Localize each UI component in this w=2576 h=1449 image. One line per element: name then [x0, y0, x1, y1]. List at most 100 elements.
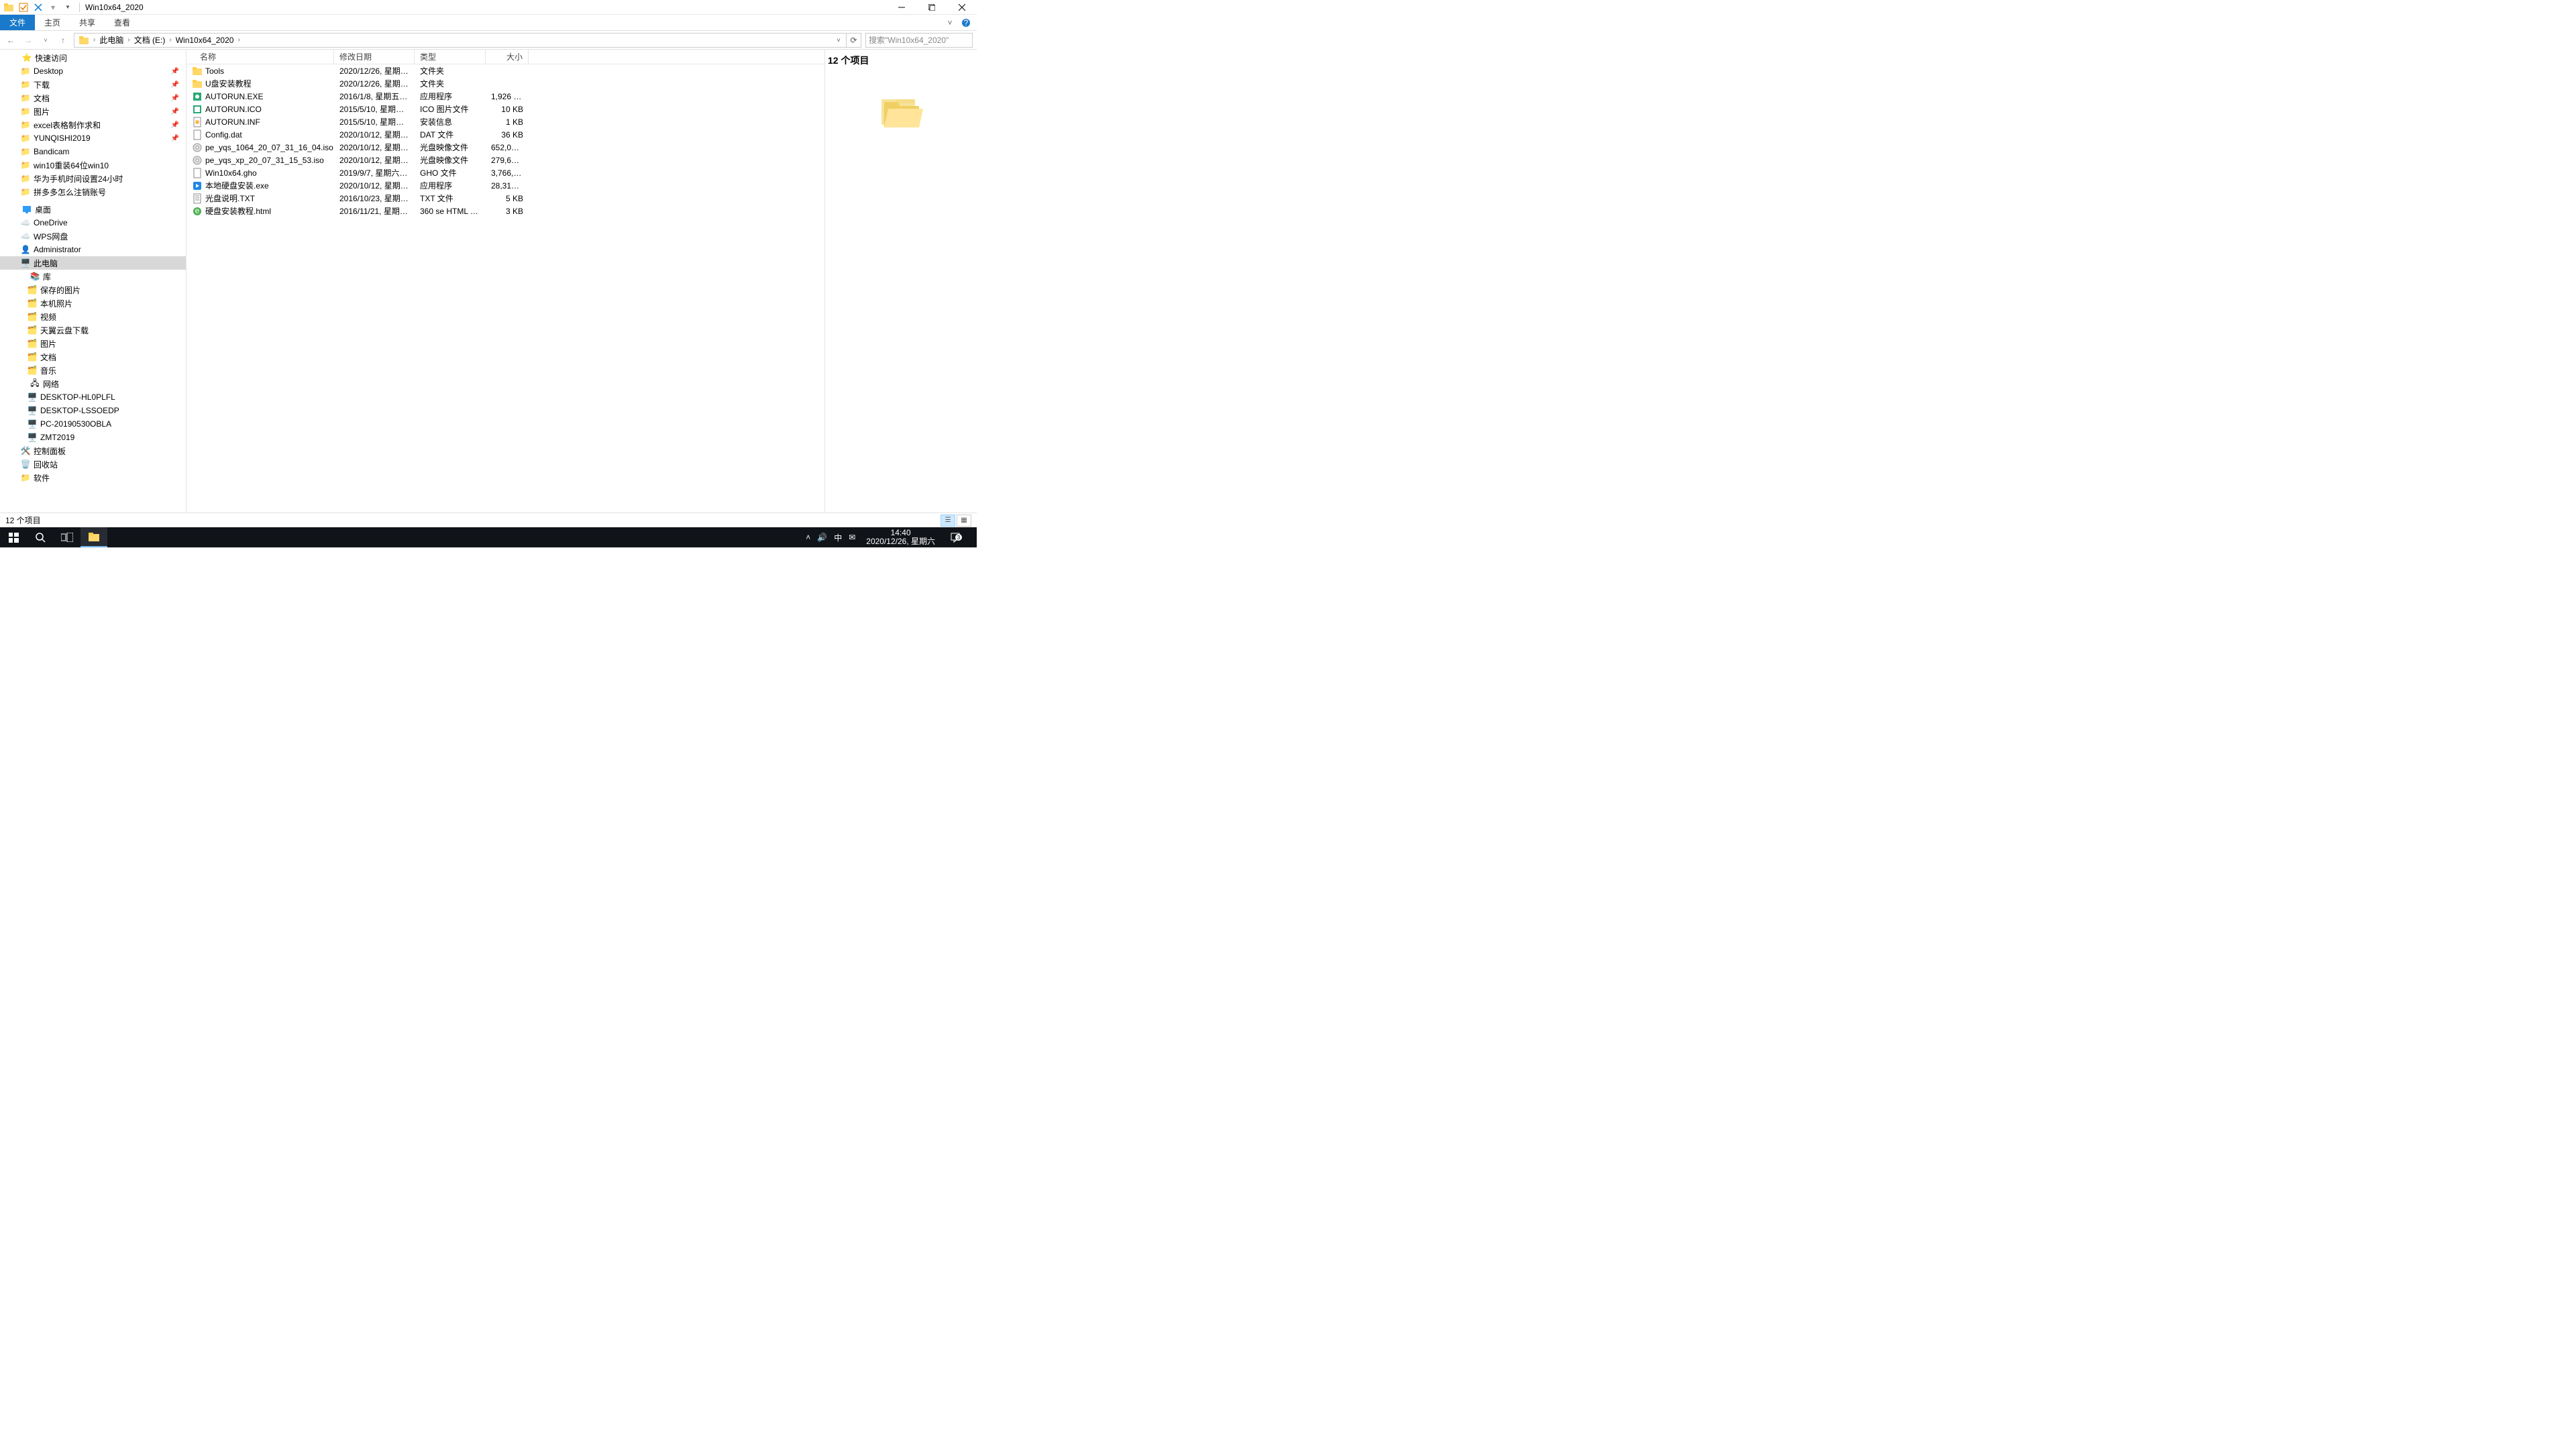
properties-icon[interactable]: [17, 1, 30, 13]
recent-dropdown-icon[interactable]: ˅: [39, 34, 52, 47]
sidebar-item[interactable]: 🖥️DESKTOP-LSSOEDP: [0, 404, 186, 417]
file-row[interactable]: Config.dat2020/10/12, 星期一 1...DAT 文件36 K…: [186, 128, 824, 141]
file-rows[interactable]: Tools2020/12/26, 星期六 1...文件夹U盘安装教程2020/1…: [186, 64, 824, 513]
minimize-button[interactable]: [886, 0, 916, 15]
crumb-folder[interactable]: Win10x64_2020: [173, 34, 237, 47]
maximize-button[interactable]: [916, 0, 947, 15]
sidebar-item[interactable]: 📁YUNQISHI2019📌: [0, 131, 186, 145]
start-button[interactable]: [0, 527, 27, 547]
sidebar-item[interactable]: 🗂️本机照片: [0, 297, 186, 310]
sidebar-item[interactable]: 📁华为手机时间设置24小时: [0, 172, 186, 185]
file-row[interactable]: 本地硬盘安装.exe2020/10/12, 星期一 1...应用程序28,315…: [186, 179, 824, 192]
crumb-this-pc[interactable]: 此电脑: [97, 34, 126, 47]
file-row[interactable]: AUTORUN.INF2015/5/10, 星期日 02...安装信息1 KB: [186, 115, 824, 128]
file-row[interactable]: e硬盘安装教程.html2016/11/21, 星期一 2...360 se H…: [186, 205, 824, 217]
sidebar-item[interactable]: 🖥️PC-20190530OBLA: [0, 417, 186, 431]
file-row[interactable]: 光盘说明.TXT2016/10/23, 星期日 0...TXT 文件5 KB: [186, 192, 824, 205]
column-name[interactable]: 名称: [186, 50, 334, 64]
chevron-right-icon[interactable]: ›: [236, 36, 241, 44]
icons-view-button[interactable]: ▦: [957, 515, 971, 527]
library-item-icon: 🗂️: [27, 365, 38, 376]
file-row[interactable]: Tools2020/12/26, 星期六 1...文件夹: [186, 64, 824, 77]
folder-icon[interactable]: [76, 34, 92, 47]
sidebar-item-control-panel[interactable]: 🛠️控制面板: [0, 444, 186, 458]
tab-file[interactable]: 文件: [0, 15, 35, 30]
navigation-pane[interactable]: ⭐ 快速访问 📁Desktop📌📁下载📌📁文档📌📁图片📌📁excel表格制作求和…: [0, 50, 186, 513]
search-button[interactable]: [27, 527, 54, 547]
file-type: 应用程序: [415, 91, 486, 102]
sidebar-item-wps[interactable]: ☁️WPS网盘: [0, 229, 186, 243]
sidebar-item[interactable]: 📁win10重装64位win10: [0, 158, 186, 172]
tab-share[interactable]: 共享: [70, 15, 105, 30]
column-size[interactable]: 大小: [486, 50, 529, 64]
window-title: Win10x64_2020: [85, 3, 144, 12]
mail-icon[interactable]: ✉: [849, 533, 855, 542]
forward-button[interactable]: →: [21, 34, 35, 47]
sidebar-item[interactable]: 📁拼多多怎么注销账号: [0, 185, 186, 199]
sidebar-item[interactable]: 📁图片📌: [0, 105, 186, 118]
tray-overflow-icon[interactable]: ˄: [806, 533, 810, 542]
sidebar-item-quick-access[interactable]: ⭐ 快速访问: [0, 51, 186, 64]
sidebar-item[interactable]: 🗂️音乐: [0, 364, 186, 377]
sidebar-item-libraries[interactable]: 📚库: [0, 270, 186, 283]
file-name: AUTORUN.ICO: [186, 104, 334, 115]
breadcrumb[interactable]: › 此电脑 › 文档 (E:) › Win10x64_2020 › ˅: [74, 33, 847, 48]
crumb-drive[interactable]: 文档 (E:): [131, 34, 168, 47]
sidebar-item-onedrive[interactable]: ☁️OneDrive: [0, 216, 186, 229]
sidebar-item-software[interactable]: 📁软件: [0, 471, 186, 484]
file-row[interactable]: U盘安装教程2020/12/26, 星期六 1...文件夹: [186, 77, 824, 90]
address-history-icon[interactable]: ˅: [833, 37, 845, 44]
window-controls: [886, 0, 977, 15]
sidebar-item[interactable]: 🗂️天翼云盘下载: [0, 323, 186, 337]
file-name: Tools: [186, 66, 334, 76]
qat-dropdown-icon[interactable]: ▼: [62, 1, 74, 13]
action-center-icon[interactable]: 3: [946, 532, 965, 543]
ribbon-expand-icon[interactable]: ˅: [942, 15, 958, 30]
sidebar-item-desktop-root[interactable]: 桌面: [0, 203, 186, 216]
refresh-button[interactable]: ⟳: [847, 33, 861, 48]
sidebar-item[interactable]: 📁Bandicam: [0, 145, 186, 158]
sidebar-item-recycle-bin[interactable]: 🗑️回收站: [0, 458, 186, 471]
ime-icon[interactable]: 中: [834, 532, 842, 543]
sidebar-item[interactable]: 📁下载📌: [0, 78, 186, 91]
sidebar-item[interactable]: 🗂️文档: [0, 350, 186, 364]
sidebar-item[interactable]: 🗂️保存的图片: [0, 283, 186, 297]
tab-home[interactable]: 主页: [35, 15, 70, 30]
file-row[interactable]: pe_yqs_1064_20_07_31_16_04.iso2020/10/12…: [186, 141, 824, 154]
close-button[interactable]: [947, 0, 977, 15]
file-row[interactable]: pe_yqs_xp_20_07_31_15_53.iso2020/10/12, …: [186, 154, 824, 166]
sidebar-item-user[interactable]: 👤Administrator: [0, 243, 186, 256]
details-view-button[interactable]: ☰: [941, 515, 955, 527]
column-date[interactable]: 修改日期: [334, 50, 415, 64]
up-button[interactable]: ↑: [56, 34, 70, 47]
chevron-right-icon[interactable]: ›: [168, 36, 172, 44]
sidebar-item-this-pc[interactable]: 🖥️此电脑: [0, 256, 186, 270]
file-row[interactable]: Win10x64.gho2019/9/7, 星期六 19:...GHO 文件3,…: [186, 166, 824, 179]
delete-icon[interactable]: [32, 1, 44, 13]
back-button[interactable]: ←: [4, 34, 17, 47]
library-item-icon: 🗂️: [27, 338, 38, 349]
search-input[interactable]: 搜索"Win10x64_2020": [865, 33, 973, 48]
sidebar-item[interactable]: 🗂️视频: [0, 310, 186, 323]
sidebar-item[interactable]: 📁Desktop📌: [0, 64, 186, 78]
sidebar-item-network[interactable]: 🖧网络: [0, 377, 186, 390]
cloud-icon: ☁️: [20, 217, 31, 228]
volume-icon[interactable]: 🔊: [817, 533, 827, 542]
sidebar-item[interactable]: 🖥️DESKTOP-HL0PLFL: [0, 390, 186, 404]
file-row[interactable]: AUTORUN.ICO2015/5/10, 星期日 02...ICO 图片文件1…: [186, 103, 824, 115]
sidebar-item[interactable]: 🖥️ZMT2019: [0, 431, 186, 444]
sidebar-item[interactable]: 📁excel表格制作求和📌: [0, 118, 186, 131]
chevron-right-icon[interactable]: ›: [92, 36, 97, 44]
help-icon[interactable]: ?: [958, 15, 974, 30]
column-type[interactable]: 类型: [415, 50, 486, 64]
file-row[interactable]: AUTORUN.EXE2016/1/8, 星期五 04:...应用程序1,926…: [186, 90, 824, 103]
sidebar-item[interactable]: 📁文档📌: [0, 91, 186, 105]
tab-view[interactable]: 查看: [105, 15, 140, 30]
file-date: 2015/5/10, 星期日 02...: [334, 103, 415, 115]
chevron-right-icon[interactable]: ›: [126, 36, 131, 44]
taskbar-app-explorer[interactable]: [80, 527, 107, 547]
sidebar-item[interactable]: 🗂️图片: [0, 337, 186, 350]
undo-icon[interactable]: ▾: [47, 1, 59, 13]
task-view-button[interactable]: [54, 527, 80, 547]
clock[interactable]: 14:40 2020/12/26, 星期六: [862, 529, 939, 546]
